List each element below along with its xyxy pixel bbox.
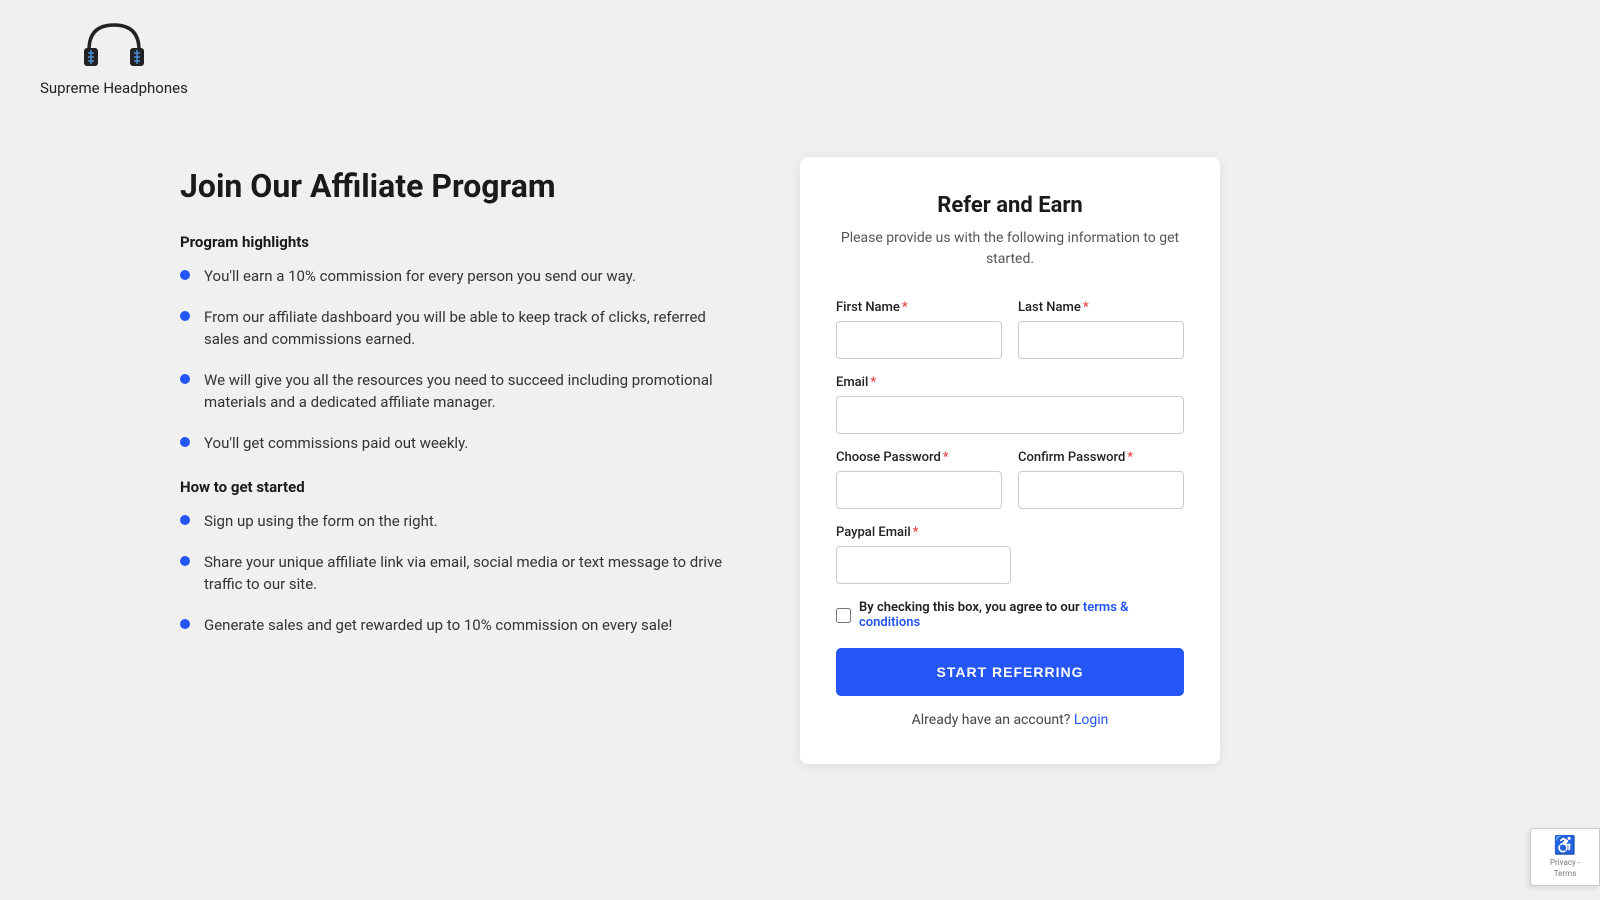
list-item: We will give you all the resources you n…: [180, 369, 740, 414]
list-item: Sign up using the form on the right.: [180, 510, 740, 533]
list-item: You'll earn a 10% commission for every p…: [180, 265, 740, 288]
required-star: *: [913, 525, 919, 540]
bullet-dot: [180, 311, 190, 321]
confirm-password-input[interactable]: [1018, 471, 1184, 509]
main-content: Join Our Affiliate Program Program highl…: [0, 117, 1600, 804]
highlights-list: You'll earn a 10% commission for every p…: [180, 265, 740, 454]
required-star: *: [870, 375, 876, 390]
highlights-heading: Program highlights: [180, 233, 740, 251]
last-name-label: Last Name*: [1018, 300, 1184, 315]
login-text: Already have an account?: [912, 712, 1071, 728]
password-input[interactable]: [836, 471, 1002, 509]
password-group: Choose Password*: [836, 450, 1002, 509]
page-title: Join Our Affiliate Program: [180, 167, 740, 205]
paypal-email-group: Paypal Email*: [836, 525, 1011, 584]
paypal-email-label: Paypal Email*: [836, 525, 1011, 540]
list-item: From our affiliate dashboard you will be…: [180, 306, 740, 351]
last-name-group: Last Name*: [1018, 300, 1184, 359]
headphones-icon: [79, 20, 149, 75]
email-label: Email*: [836, 375, 1184, 390]
bullet-dot: [180, 270, 190, 280]
first-name-label: First Name*: [836, 300, 1002, 315]
logo: Supreme Headphones: [40, 20, 188, 97]
email-group: Email*: [836, 375, 1184, 434]
email-row: Email*: [836, 375, 1184, 434]
highlight-text: From our affiliate dashboard you will be…: [204, 306, 740, 351]
bullet-dot: [180, 556, 190, 566]
recaptcha-logo: ♿: [1539, 835, 1591, 856]
required-star: *: [902, 300, 908, 315]
howto-list: Sign up using the form on the right. Sha…: [180, 510, 740, 636]
first-name-group: First Name*: [836, 300, 1002, 359]
howto-text: Share your unique affiliate link via ema…: [204, 551, 740, 596]
list-item: Generate sales and get rewarded up to 10…: [180, 614, 740, 637]
highlight-text: You'll earn a 10% commission for every p…: [204, 265, 636, 288]
bullet-dot: [180, 619, 190, 629]
email-input[interactable]: [836, 396, 1184, 434]
bullet-dot: [180, 437, 190, 447]
checkbox-label: By checking this box, you agree to our t…: [859, 600, 1184, 630]
highlight-text: We will give you all the resources you n…: [204, 369, 740, 414]
recaptcha-badge: ♿ Privacy - Terms: [1530, 828, 1600, 886]
required-star: *: [1127, 450, 1133, 465]
right-column: Refer and Earn Please provide us with th…: [800, 157, 1220, 764]
last-name-input[interactable]: [1018, 321, 1184, 359]
bullet-dot: [180, 515, 190, 525]
password-row: Choose Password* Confirm Password*: [836, 450, 1184, 509]
form-card: Refer and Earn Please provide us with th…: [800, 157, 1220, 764]
terms-row: By checking this box, you agree to our t…: [836, 600, 1184, 630]
logo-text: Supreme Headphones: [40, 79, 188, 97]
paypal-email-input[interactable]: [836, 546, 1011, 584]
login-row: Already have an account? Login: [836, 712, 1184, 728]
required-star: *: [943, 450, 949, 465]
list-item: You'll get commissions paid out weekly.: [180, 432, 740, 455]
required-star: *: [1083, 300, 1089, 315]
confirm-password-group: Confirm Password*: [1018, 450, 1184, 509]
confirm-password-label: Confirm Password*: [1018, 450, 1184, 465]
first-name-input[interactable]: [836, 321, 1002, 359]
list-item: Share your unique affiliate link via ema…: [180, 551, 740, 596]
login-link[interactable]: Login: [1074, 712, 1109, 728]
howto-text: Generate sales and get rewarded up to 10…: [204, 614, 672, 637]
left-column: Join Our Affiliate Program Program highl…: [180, 157, 740, 660]
name-row: First Name* Last Name*: [836, 300, 1184, 359]
recaptcha-text: Privacy - Terms: [1550, 858, 1580, 877]
howto-text: Sign up using the form on the right.: [204, 510, 438, 533]
form-title: Refer and Earn: [836, 193, 1184, 218]
form-subtitle: Please provide us with the following inf…: [836, 228, 1184, 270]
howto-heading: How to get started: [180, 478, 740, 496]
header: Supreme Headphones: [0, 0, 1600, 117]
bullet-dot: [180, 374, 190, 384]
submit-button[interactable]: START REFERRING: [836, 648, 1184, 696]
paypal-row: Paypal Email*: [836, 525, 1184, 584]
terms-checkbox[interactable]: [836, 608, 851, 623]
password-label: Choose Password*: [836, 450, 1002, 465]
highlight-text: You'll get commissions paid out weekly.: [204, 432, 468, 455]
